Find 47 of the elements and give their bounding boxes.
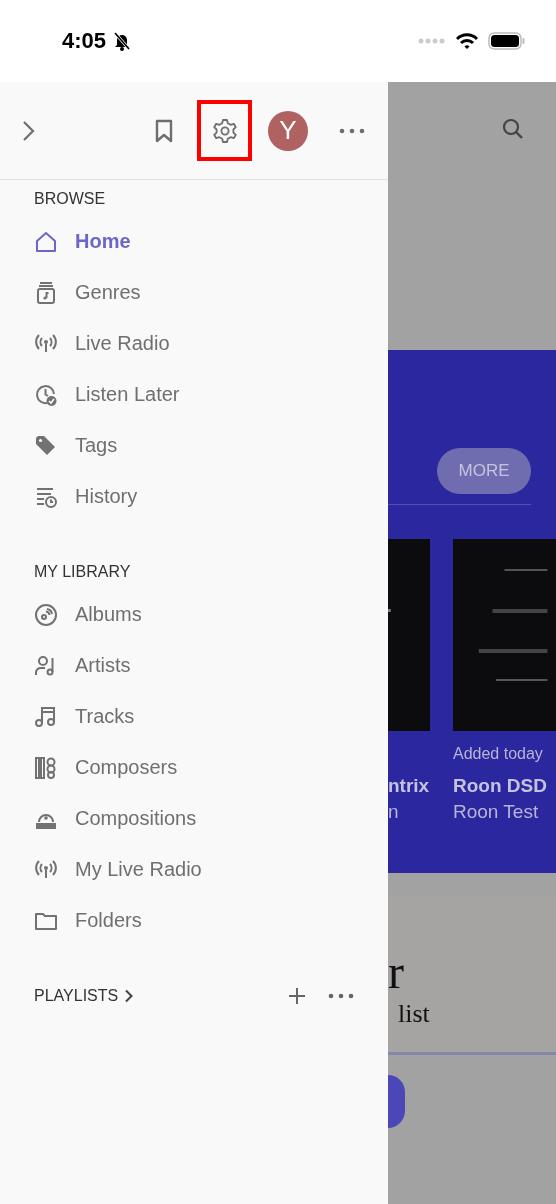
clock-check-icon bbox=[34, 382, 58, 407]
section-heading: BROWSE bbox=[33, 190, 107, 208]
nav-item[interactable]: Live Radio bbox=[0, 318, 388, 369]
books-icon bbox=[34, 755, 58, 780]
settings-button[interactable] bbox=[197, 100, 252, 161]
chevron-right-icon bbox=[124, 989, 134, 1003]
nav-item[interactable]: Tracks bbox=[0, 691, 388, 742]
date-label: Added today bbox=[453, 745, 544, 764]
home-icon bbox=[34, 229, 58, 254]
settings-icon bbox=[211, 117, 238, 144]
wifi-icon bbox=[456, 32, 478, 50]
plus-icon bbox=[288, 987, 306, 1005]
nav-item[interactable]: Home bbox=[0, 216, 388, 267]
avatar-button[interactable]: Y bbox=[268, 110, 308, 151]
nav-item[interactable]: Folders bbox=[0, 895, 388, 946]
nav-item[interactable]: Artists bbox=[0, 640, 388, 691]
music-note-icon bbox=[34, 704, 58, 729]
round-button[interactable] bbox=[388, 1075, 405, 1128]
nav-item[interactable]: Listen Later bbox=[0, 369, 388, 420]
artist-name: Roon Test bbox=[453, 801, 540, 823]
nav-item[interactable]: Genres bbox=[0, 267, 388, 318]
nav-item[interactable]: Compositions bbox=[0, 793, 388, 844]
nav-item[interactable]: Albums bbox=[0, 589, 388, 640]
album-title[interactable]: Roon DSD bbox=[453, 775, 556, 797]
nav-item[interactable]: Tags bbox=[0, 420, 388, 471]
promo-text: list bbox=[398, 1003, 431, 1025]
disc-icon bbox=[34, 602, 58, 627]
more-icon bbox=[339, 127, 365, 134]
search-button[interactable] bbox=[502, 118, 524, 140]
nav-item[interactable]: My Live Radio bbox=[0, 844, 388, 895]
bookmark-icon bbox=[154, 118, 174, 143]
battery-icon bbox=[488, 32, 526, 50]
promo-heading: r bbox=[388, 947, 405, 997]
signal-icon bbox=[418, 38, 446, 44]
section-heading: MY LIBRARY bbox=[33, 563, 132, 581]
more-icon bbox=[328, 993, 354, 999]
clock-time: 4:05 bbox=[62, 28, 107, 54]
music-box-icon bbox=[34, 280, 58, 305]
nav-item[interactable]: Composers bbox=[0, 742, 388, 793]
nav-item[interactable]: History bbox=[0, 471, 388, 522]
tag-icon bbox=[34, 433, 58, 458]
playlists-link[interactable]: PLAYLISTS bbox=[34, 987, 134, 1005]
album-title[interactable]: ntrix bbox=[388, 775, 430, 797]
artist-name: n bbox=[388, 801, 400, 823]
more-button[interactable]: MORE bbox=[437, 448, 531, 494]
search-icon bbox=[502, 118, 524, 140]
chevron-right-icon bbox=[21, 119, 35, 142]
